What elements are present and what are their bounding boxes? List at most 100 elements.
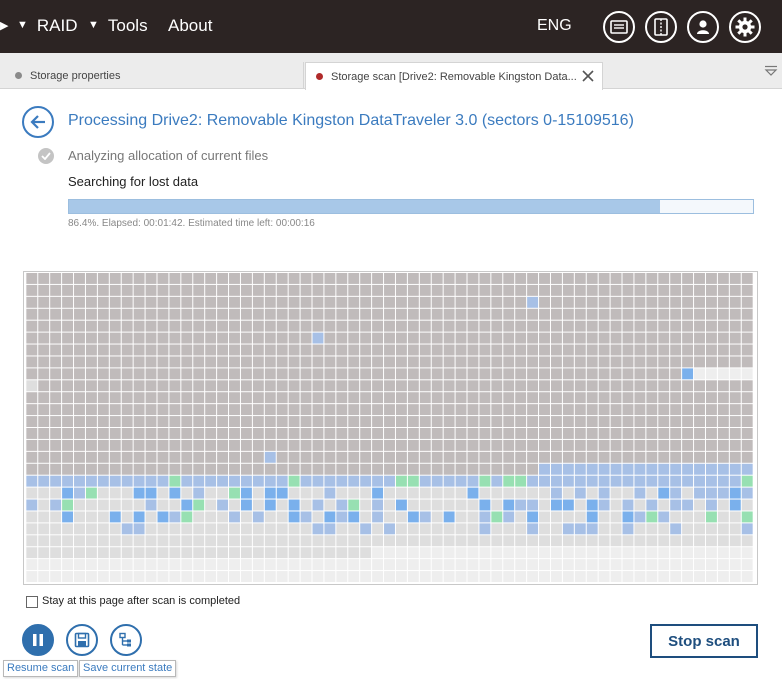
- sector-cell: [26, 535, 38, 547]
- sector-cell: [646, 332, 658, 344]
- sector-cell: [682, 308, 694, 320]
- sector-cell: [85, 571, 97, 583]
- sector-cell: [574, 356, 586, 368]
- sector-cell: [634, 344, 646, 356]
- sector-cell: [217, 463, 229, 475]
- sector-cell: [85, 272, 97, 284]
- sector-cell: [622, 344, 634, 356]
- sector-cell: [503, 416, 515, 428]
- sector-cell: [539, 356, 550, 368]
- sector-cell: [229, 571, 240, 583]
- sector-cell: [252, 439, 264, 451]
- sector-cell: [705, 451, 717, 463]
- sector-cell: [741, 475, 753, 487]
- sector-cell: [539, 296, 550, 308]
- sector-cell: [97, 392, 109, 404]
- stay-on-page-checkbox[interactable]: [26, 596, 38, 608]
- sector-cell: [610, 404, 622, 416]
- resume-scan-button[interactable]: [22, 624, 54, 656]
- sector-cell: [515, 571, 527, 583]
- sector-cell: [741, 547, 753, 559]
- sector-cell: [419, 332, 431, 344]
- sector-cell: [479, 296, 491, 308]
- sector-cell: [467, 272, 479, 284]
- sector-cell: [336, 320, 348, 332]
- sector-cell: [717, 296, 729, 308]
- sector-cell: [264, 320, 276, 332]
- sector-cell: [479, 380, 491, 392]
- sector-cell: [348, 344, 360, 356]
- sector-cell: [682, 451, 694, 463]
- sector-cell: [288, 535, 300, 547]
- export-tree-button[interactable]: [110, 624, 142, 656]
- tab-storage-scan[interactable]: Storage scan [Drive2: Removable Kingston…: [305, 62, 603, 90]
- sector-cell: [229, 547, 240, 559]
- sector-cell: [181, 499, 193, 511]
- sector-cell: [26, 284, 38, 296]
- sector-cell: [217, 284, 229, 296]
- stop-scan-button[interactable]: Stop scan: [650, 624, 758, 658]
- sector-cell: [145, 559, 157, 571]
- log-button[interactable]: [603, 11, 635, 43]
- sector-cell: [562, 404, 574, 416]
- menu-raid[interactable]: ▼ RAID: [17, 16, 78, 36]
- sector-cell: [38, 332, 50, 344]
- sector-cell: [85, 511, 97, 523]
- sector-cell: [634, 451, 646, 463]
- sector-cell: [336, 463, 348, 475]
- settings-button[interactable]: [729, 11, 761, 43]
- sector-cell: [336, 368, 348, 380]
- sector-cell: [169, 475, 181, 487]
- sector-cell: [312, 380, 324, 392]
- sector-cell: [634, 272, 646, 284]
- sector-cell: [515, 308, 527, 320]
- sector-cell: [455, 475, 467, 487]
- sector-cell: [467, 559, 479, 571]
- sector-cell: [729, 511, 741, 523]
- sector-cell: [407, 296, 419, 308]
- sector-cell: [240, 463, 252, 475]
- sector-cell: [384, 451, 395, 463]
- panel-toggle-button[interactable]: [645, 11, 677, 43]
- sector-cell: [38, 368, 50, 380]
- tab-storage-properties[interactable]: Storage properties: [0, 62, 304, 89]
- sector-cell: [419, 547, 431, 559]
- sector-cell: [62, 404, 74, 416]
- sector-cell: [610, 416, 622, 428]
- back-button[interactable]: [22, 106, 54, 138]
- save-state-button[interactable]: [66, 624, 98, 656]
- sector-cell: [348, 499, 360, 511]
- sector-cell: [109, 511, 121, 523]
- user-button[interactable]: [687, 11, 719, 43]
- sector-cell: [252, 308, 264, 320]
- sector-cell: [503, 571, 515, 583]
- sector-cell: [670, 368, 682, 380]
- sector-cell: [169, 499, 181, 511]
- sector-cell: [85, 404, 97, 416]
- sector-cell: [276, 308, 288, 320]
- sector-cell: [443, 559, 455, 571]
- sector-cell: [646, 499, 658, 511]
- sector-cell: [312, 451, 324, 463]
- sector-cell: [157, 451, 169, 463]
- sector-cell: [312, 392, 324, 404]
- sector-cell: [217, 523, 229, 535]
- sector-cell: [312, 511, 324, 523]
- language-selector[interactable]: ENG: [537, 17, 572, 35]
- close-icon[interactable]: [581, 69, 595, 83]
- sector-cell: [300, 523, 312, 535]
- sector-cell: [85, 284, 97, 296]
- sector-cell: [252, 296, 264, 308]
- sector-cell: [431, 308, 443, 320]
- sector-cell: [586, 284, 598, 296]
- sector-cell: [443, 320, 455, 332]
- menu-overflow-caret[interactable]: ▶: [0, 19, 8, 32]
- sector-cell: [276, 571, 288, 583]
- sector-cell: [694, 439, 705, 451]
- sector-cell: [491, 428, 503, 439]
- sector-cell: [467, 320, 479, 332]
- menu-tools[interactable]: ▼ Tools: [88, 16, 148, 36]
- tab-list-menu-icon[interactable]: [764, 65, 778, 77]
- sector-cell: [574, 547, 586, 559]
- menu-about[interactable]: About: [168, 16, 212, 36]
